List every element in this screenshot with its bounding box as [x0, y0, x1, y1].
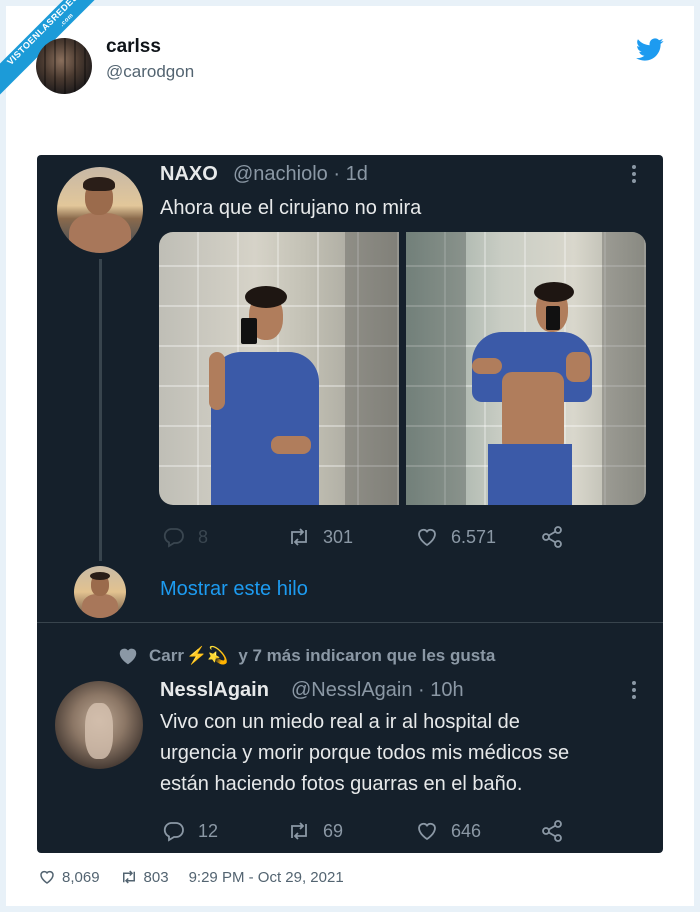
tweet-actions: 8 301 6.571 [162, 524, 642, 550]
retweet-icon [291, 822, 307, 840]
retweet-icon[interactable] [120, 868, 138, 886]
show-thread-link[interactable]: Mostrar este hilo [160, 578, 308, 601]
like-count: 646 [451, 820, 482, 841]
avatar[interactable] [36, 38, 92, 94]
share-icon [542, 526, 562, 548]
liked-by-name[interactable]: Carr [149, 646, 184, 666]
retweet-button[interactable]: 301 [287, 524, 353, 550]
reply-count: 8 [198, 526, 209, 547]
liked-by-emoji: ⚡💫 [185, 646, 229, 665]
retweet-button[interactable]: 69 [287, 818, 343, 844]
share-button[interactable] [540, 818, 564, 844]
reply-button[interactable]: 12 [162, 818, 218, 844]
more-options-icon[interactable] [624, 679, 644, 701]
thread-line [99, 259, 102, 561]
share-icon [542, 820, 562, 842]
tweet-photo[interactable] [406, 232, 646, 505]
author-name[interactable]: carlss [106, 36, 161, 58]
twitter-bird-icon[interactable] [636, 38, 664, 62]
tweet-author-name[interactable]: NAXO [160, 163, 218, 186]
tweet-text: Ahora que el cirujano no mira [160, 197, 422, 219]
heart-icon[interactable] [38, 868, 56, 886]
tweet-text: Vivo con un miedo real a ir al hospital … [160, 707, 569, 800]
tweet-actions: 12 69 646 [162, 818, 642, 844]
retweet-count: 69 [323, 820, 344, 841]
tweet-text-line: están haciendo fotos guarras en el baño. [160, 773, 523, 795]
like-count[interactable]: 8,069 [62, 869, 100, 886]
reply-icon [163, 822, 184, 842]
timestamp[interactable]: 9:29 PM - Oct 29, 2021 [189, 869, 344, 886]
share-button[interactable] [540, 524, 564, 550]
avatar[interactable] [74, 566, 126, 618]
tweet-text-line: urgencia y morir porque todos mis médico… [160, 742, 570, 764]
tweet-author-handle[interactable]: @NesslAgain · 10h [291, 679, 464, 702]
embedded-screenshot: NAXO @nachiolo · 1d Ahora que el cirujan… [37, 155, 663, 853]
reply-count: 12 [198, 820, 219, 841]
liked-by-text: y 7 más indicaron que les gusta [238, 646, 496, 665]
tweet-author-handle[interactable]: @nachiolo · 1d [233, 163, 368, 186]
author-handle[interactable]: @carodgon [106, 62, 194, 82]
avatar[interactable] [55, 681, 143, 769]
reply-button[interactable]: 8 [162, 524, 208, 550]
heart-icon [418, 528, 436, 547]
tweet-photo[interactable] [159, 232, 399, 505]
divider [37, 622, 663, 623]
tweet-footer: 8,069 803 9:29 PM - Oct 29, 2021 [38, 868, 344, 886]
more-options-icon[interactable] [624, 163, 644, 185]
like-button[interactable]: 6.571 [415, 524, 496, 550]
retweet-count: 301 [323, 526, 354, 547]
reply-icon [163, 528, 184, 548]
tweet-author-name[interactable]: NesslAgain [160, 679, 269, 702]
heart-icon [418, 822, 436, 841]
tweet-text-line: Vivo con un miedo real a ir al hospital … [160, 711, 520, 733]
retweet-icon [291, 528, 307, 546]
avatar[interactable] [57, 167, 143, 253]
retweet-count[interactable]: 803 [144, 869, 169, 886]
liked-by-row: Carr ⚡💫 y 7 más indicaron que les gusta [117, 645, 495, 667]
like-button[interactable]: 646 [415, 818, 481, 844]
like-count: 6.571 [451, 526, 497, 547]
heart-filled-icon [119, 648, 137, 665]
